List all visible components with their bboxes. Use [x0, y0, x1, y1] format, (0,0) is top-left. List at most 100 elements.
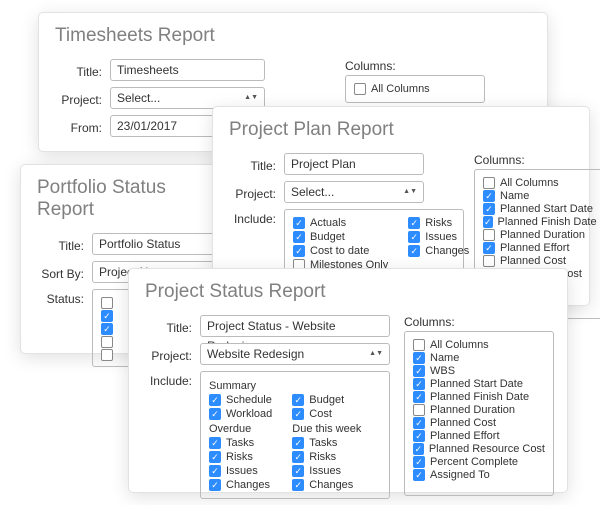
checkbox-planned-duration[interactable]: Planned Duration	[413, 404, 545, 416]
checkbox-icon: ✓	[293, 245, 305, 257]
label-include: Include:	[145, 371, 200, 388]
checkbox-planned-finish[interactable]: ✓Planned Finish Date	[483, 216, 595, 228]
title-input[interactable]: Project Plan	[284, 153, 424, 175]
checkbox-icon: ✓	[413, 417, 425, 429]
checkbox-icon: ✓	[293, 217, 305, 229]
checkbox-name[interactable]: ✓Name	[413, 352, 545, 364]
label-from: From:	[55, 118, 110, 135]
checkbox-risks[interactable]: ✓Risks	[408, 217, 469, 229]
checkbox-icon	[483, 177, 495, 189]
checkbox-icon: ✓	[209, 451, 221, 463]
columns-box: All Columns	[345, 75, 485, 103]
label-include: Include:	[229, 209, 284, 226]
checkbox-icon	[413, 404, 425, 416]
checkbox-actuals[interactable]: ✓Actuals	[293, 217, 388, 229]
checkbox-planned-finish[interactable]: ✓Planned Finish Date	[413, 391, 545, 403]
checkbox-icon: ✓	[413, 469, 425, 481]
checkbox-all-columns[interactable]: All Columns	[354, 83, 476, 95]
label-project: Project:	[145, 346, 200, 363]
checkbox-percent-complete[interactable]: ✓Percent Complete	[413, 456, 545, 468]
title-input[interactable]: Timesheets	[110, 59, 265, 81]
checkbox-icon: ✓	[483, 190, 495, 202]
checkbox-name[interactable]: ✓Name	[483, 190, 595, 202]
checkbox-planned-cost[interactable]: ✓Planned Cost	[413, 417, 545, 429]
checkbox-planned-effort[interactable]: ✓Planned Effort	[413, 430, 545, 442]
checkbox-workload[interactable]: ✓Workload	[209, 408, 272, 420]
panel-heading: Timesheets Report	[55, 25, 531, 47]
checkbox-changes[interactable]: ✓Changes	[408, 245, 469, 257]
checkbox-tasks-ov[interactable]: ✓Tasks	[209, 437, 272, 449]
checkbox-icon: ✓	[413, 365, 425, 377]
checkbox-icon: ✓	[101, 310, 113, 322]
checkbox-icon: ✓	[413, 443, 424, 455]
checkbox-issues-dw[interactable]: ✓Issues	[292, 465, 361, 477]
checkbox-risks-ov[interactable]: ✓Risks	[209, 451, 272, 463]
checkbox-icon: ✓	[483, 242, 495, 254]
checkbox-planned-duration[interactable]: Planned Duration	[483, 229, 595, 241]
checkbox-icon	[101, 336, 113, 348]
checkbox-icon: ✓	[483, 203, 495, 215]
chevron-updown-icon: ▲▼	[403, 190, 417, 194]
checkbox-planned-resource-cost[interactable]: ✓Planned Resource Cost	[413, 443, 545, 455]
checkbox-icon: ✓	[292, 465, 304, 477]
label-title: Title:	[37, 236, 92, 253]
project-select[interactable]: Website Redesign ▲▼	[200, 343, 390, 365]
subhead-due-week: Due this week	[292, 423, 361, 435]
checkbox-issues-ov[interactable]: ✓Issues	[209, 465, 272, 477]
checkbox-cost[interactable]: ✓Cost	[292, 408, 361, 420]
checkbox-icon: ✓	[292, 394, 304, 406]
checkbox-icon: ✓	[209, 437, 221, 449]
subhead-overdue: Overdue	[209, 423, 272, 435]
checkbox-all-columns[interactable]: All Columns	[413, 339, 545, 351]
checkbox-icon: ✓	[209, 479, 221, 491]
chevron-updown-icon: ▲▼	[244, 96, 258, 100]
checkbox-budget[interactable]: ✓Budget	[293, 231, 388, 243]
checkbox-planned-cost[interactable]: Planned Cost	[483, 255, 595, 267]
columns-label: Columns:	[345, 59, 485, 73]
checkbox-icon: ✓	[292, 437, 304, 449]
checkbox-assigned-to[interactable]: ✓Assigned To	[413, 469, 545, 481]
checkbox-schedule[interactable]: ✓Schedule	[209, 394, 272, 406]
checkbox-icon: ✓	[413, 352, 425, 364]
checkbox-wbs[interactable]: ✓WBS	[413, 365, 545, 377]
checkbox-budget[interactable]: ✓Budget	[292, 394, 361, 406]
columns-label: Columns:	[404, 315, 554, 329]
checkbox-planned-effort[interactable]: ✓Planned Effort	[483, 242, 595, 254]
include-box: Summary ✓Schedule ✓Workload Overdue ✓Tas…	[200, 371, 390, 499]
checkbox-icon: ✓	[209, 408, 221, 420]
label-project: Project:	[55, 90, 110, 107]
title-input[interactable]: Portfolio Status	[92, 233, 227, 255]
panel-heading: Project Plan Report	[229, 119, 573, 141]
columns-label: Columns:	[474, 153, 600, 167]
checkbox-cost-to-date[interactable]: ✓Cost to date	[293, 245, 388, 257]
checkbox-issues[interactable]: ✓Issues	[408, 231, 469, 243]
checkbox-icon	[101, 297, 113, 309]
panel-heading: Portfolio Status Report	[37, 177, 228, 221]
checkbox-icon: ✓	[209, 465, 221, 477]
panel-heading: Project Status Report	[145, 281, 551, 303]
checkbox-tasks-dw[interactable]: ✓Tasks	[292, 437, 361, 449]
checkbox-icon: ✓	[483, 216, 493, 228]
checkbox-icon: ✓	[413, 378, 425, 390]
label-title: Title:	[55, 62, 110, 79]
checkbox-planned-start[interactable]: ✓Planned Start Date	[483, 203, 595, 215]
checkbox-icon: ✓	[209, 394, 221, 406]
checkbox-icon	[413, 339, 425, 351]
checkbox-icon: ✓	[292, 451, 304, 463]
label-title: Title:	[229, 156, 284, 173]
checkbox-all-columns[interactable]: All Columns	[483, 177, 595, 189]
checkbox-icon: ✓	[293, 231, 305, 243]
project-select[interactable]: Select... ▲▼	[284, 181, 424, 203]
checkbox-risks-dw[interactable]: ✓Risks	[292, 451, 361, 463]
columns-box: All Columns ✓Name ✓WBS ✓Planned Start Da…	[404, 331, 554, 496]
chevron-updown-icon: ▲▼	[369, 352, 383, 356]
title-input[interactable]: Project Status - Website Redesign	[200, 315, 390, 337]
checkbox-changes-ov[interactable]: ✓Changes	[209, 479, 272, 491]
label-sortby: Sort By:	[37, 264, 92, 281]
checkbox-changes-dw[interactable]: ✓Changes	[292, 479, 361, 491]
checkbox-planned-start[interactable]: ✓Planned Start Date	[413, 378, 545, 390]
checkbox-icon: ✓	[408, 245, 420, 257]
label-title: Title:	[145, 318, 200, 335]
subhead-summary: Summary	[209, 380, 272, 392]
label-project: Project:	[229, 184, 284, 201]
